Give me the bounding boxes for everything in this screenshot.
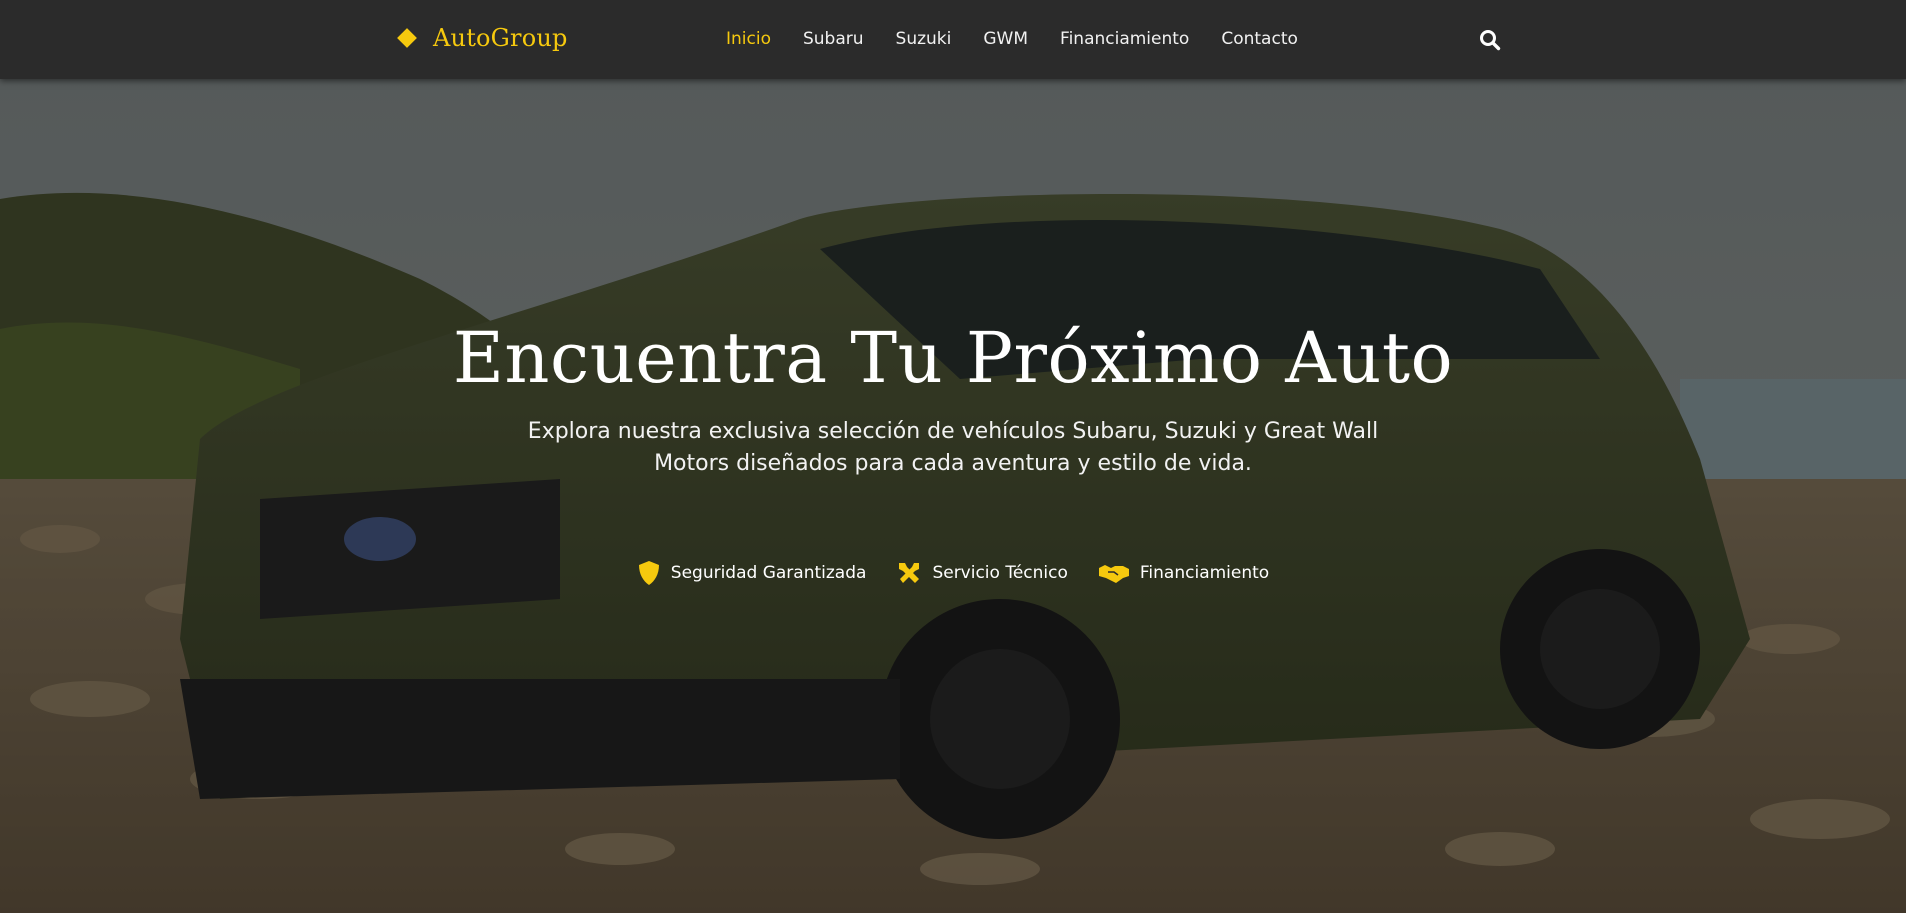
feature-label: Seguridad Garantizada — [670, 563, 867, 583]
hero-section: Encuentra Tu Próximo Auto Explora nuestr… — [0, 79, 1906, 913]
nav-link-contacto[interactable]: Contacto — [1221, 29, 1298, 49]
nav-link-subaru[interactable]: Subaru — [803, 29, 864, 49]
logo-text: AutoGroup — [433, 24, 568, 52]
feature-label: Servicio Técnico — [932, 563, 1068, 583]
tools-icon — [899, 563, 920, 583]
shield-icon — [638, 561, 659, 585]
handshake-icon — [1098, 565, 1129, 583]
search-button[interactable] — [1479, 29, 1501, 51]
hero-overlay — [0, 79, 1906, 913]
search-icon — [1480, 30, 1501, 51]
feature-item-financiamiento: Financiamiento — [1098, 560, 1269, 586]
diamond-icon — [397, 28, 417, 48]
hero-title: Encuentra Tu Próximo Auto — [452, 317, 1454, 399]
navbar: AutoGroup Inicio Subaru Suzuki GWM Finan… — [0, 0, 1906, 79]
hero-subtitle: Explora nuestra exclusiva selección de v… — [527, 419, 1379, 476]
nav-link-financiamiento[interactable]: Financiamiento — [1060, 29, 1189, 49]
nav-links: Inicio Subaru Suzuki GWM Financiamiento … — [726, 29, 1330, 49]
feature-item-seguridad: Seguridad Garantizada — [637, 560, 867, 586]
logo[interactable]: AutoGroup — [397, 24, 568, 52]
feature-item-servicio: Servicio Técnico — [896, 560, 1068, 586]
nav-link-suzuki[interactable]: Suzuki — [896, 29, 952, 49]
feature-list: Seguridad Garantizada Servicio Técnico F… — [0, 560, 1906, 586]
feature-label: Financiamiento — [1139, 563, 1270, 583]
nav-link-inicio[interactable]: Inicio — [726, 29, 771, 49]
nav-link-gwm[interactable]: GWM — [983, 29, 1028, 49]
